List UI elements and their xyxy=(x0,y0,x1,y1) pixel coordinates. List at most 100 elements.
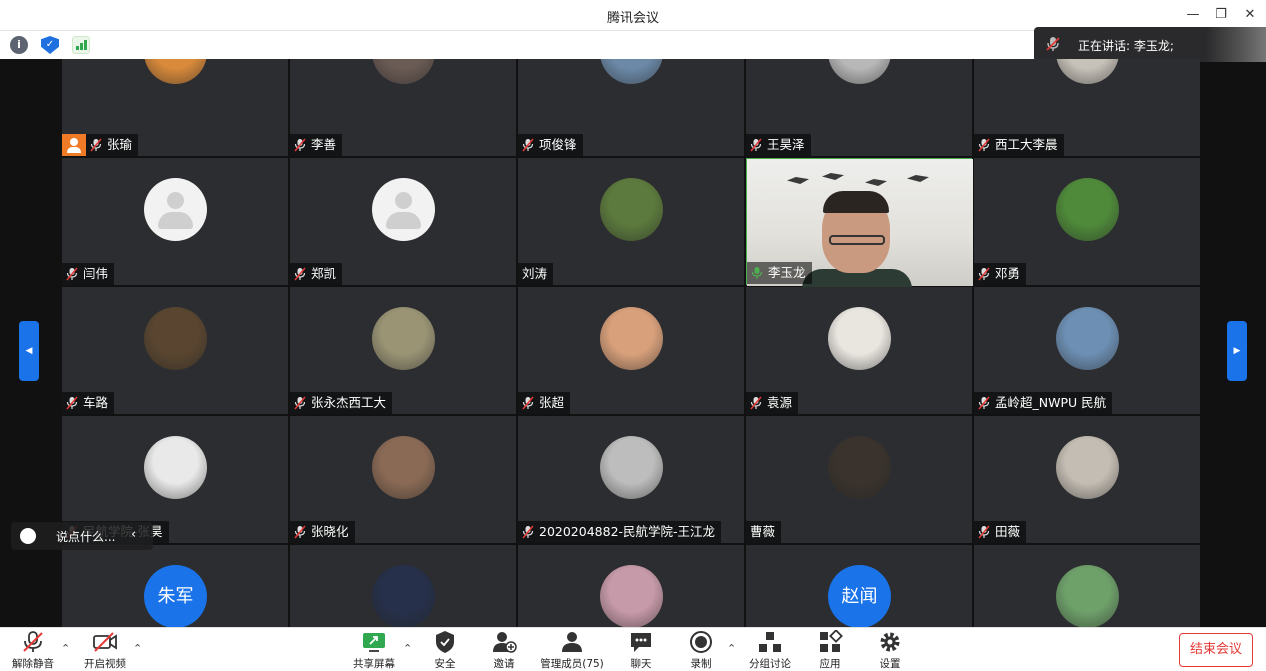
info-icon[interactable]: i xyxy=(10,36,28,54)
audio-options-chevron-icon[interactable]: ⌃ xyxy=(61,642,70,655)
share-screen-button[interactable]: 共享屏幕 xyxy=(351,630,397,671)
avatar xyxy=(1056,307,1119,370)
record-icon xyxy=(690,631,712,653)
avatar xyxy=(1056,178,1119,241)
chat-quick-input[interactable]: 说点什么... ‹ xyxy=(11,522,153,550)
participant-tile[interactable]: 孟岭超_NWPU 民航 xyxy=(974,287,1200,414)
settings-button[interactable]: 设置 xyxy=(875,630,905,671)
apps-button[interactable]: 应用 xyxy=(815,630,845,671)
participant-tile[interactable]: 车路 xyxy=(62,287,288,414)
video-person xyxy=(829,235,885,245)
invite-button[interactable]: 邀请 xyxy=(489,630,519,671)
participant-tile[interactable]: 2020204882-民航学院-王江龙 xyxy=(518,416,744,543)
avatar xyxy=(828,436,891,499)
mic-muted-icon xyxy=(978,267,990,281)
breakout-rooms-icon xyxy=(759,632,781,652)
participant-tile[interactable]: 田薇 xyxy=(974,416,1200,543)
participant-tile[interactable]: 郑凯 xyxy=(290,158,516,285)
participant-tile[interactable]: 西工大李晨 xyxy=(974,59,1200,156)
participant-name-tag: 邓勇 xyxy=(974,263,1027,285)
participant-name-tag: 张瑜 xyxy=(86,134,139,156)
video-grid: 张瑜 李善 项俊锋 王昊泽 西工大李晨闫伟 郑凯 刘涛 李玉龙 邓勇车路 张永杰西工大 张超 袁源 孟岭… xyxy=(62,59,1203,627)
signal-icon[interactable] xyxy=(72,36,90,54)
mic-muted-icon xyxy=(23,631,43,652)
mic-muted-icon xyxy=(978,525,990,539)
meeting-toolbar: 解除静音 ⌃ 开启视频 ⌃ 共享屏幕 ⌃ 安全 邀请 管理成员(75) 聊天 录… xyxy=(0,627,1266,671)
prev-page-button[interactable]: ◀ xyxy=(19,321,39,381)
participant-tile[interactable] xyxy=(290,545,516,627)
avatar xyxy=(600,178,663,241)
participant-name-tag: 王昊泽 xyxy=(746,134,811,156)
participant-name-tag: 闫伟 xyxy=(62,263,115,285)
emoji-icon[interactable] xyxy=(20,528,36,544)
avatar xyxy=(600,436,663,499)
minimize-icon[interactable]: — xyxy=(1183,5,1203,25)
participant-tile[interactable] xyxy=(518,545,744,627)
participant-name-tag: 曹薇 xyxy=(746,521,782,543)
restore-icon[interactable]: ❐ xyxy=(1211,5,1231,25)
participant-name: 刘涛 xyxy=(522,266,548,281)
start-video-button[interactable]: 开启视频 xyxy=(82,630,128,671)
participant-name: 孟岭超_NWPU 民航 xyxy=(995,395,1107,410)
chevron-left-icon[interactable]: ‹ xyxy=(131,527,136,542)
camera-off-icon xyxy=(93,632,117,652)
participant-name-tag: 项俊锋 xyxy=(518,134,583,156)
participant-tile[interactable]: 袁源 xyxy=(746,287,972,414)
mic-muted-icon xyxy=(294,396,306,410)
video-options-chevron-icon[interactable]: ⌃ xyxy=(133,642,142,655)
participant-tile[interactable]: 闫伟 xyxy=(62,158,288,285)
avatar xyxy=(1056,565,1119,627)
avatar xyxy=(144,436,207,499)
participant-name-tag: 孟岭超_NWPU 民航 xyxy=(974,392,1113,414)
participant-tile[interactable]: 邓勇 xyxy=(974,158,1200,285)
end-meeting-button[interactable]: 结束会议 xyxy=(1179,633,1253,667)
participant-tile[interactable]: 张瑜 xyxy=(62,59,288,156)
participant-name: 李玉龙 xyxy=(768,265,806,280)
breakout-rooms-button[interactable]: 分组讨论 xyxy=(748,630,792,671)
avatar xyxy=(372,565,435,627)
chat-bubble-icon xyxy=(631,633,651,652)
participant-tile[interactable] xyxy=(974,545,1200,627)
app-title: 腾讯会议 xyxy=(606,11,659,26)
participant-tile[interactable]: 张超 xyxy=(518,287,744,414)
close-icon[interactable]: ✕ xyxy=(1240,5,1260,25)
avatar xyxy=(144,59,207,84)
avatar xyxy=(372,307,435,370)
next-page-button[interactable]: ▶ xyxy=(1227,321,1247,381)
avatar xyxy=(1056,436,1119,499)
mic-muted-icon xyxy=(66,267,78,281)
participant-name: 曹薇 xyxy=(750,524,776,539)
speaking-text: 正在讲话: 李玉龙; xyxy=(1078,39,1174,53)
participant-name: 张晓化 xyxy=(311,524,349,539)
participant-tile[interactable]: 张永杰西工大 xyxy=(290,287,516,414)
avatar xyxy=(144,307,207,370)
mic-muted-icon xyxy=(66,396,78,410)
unmute-button[interactable]: 解除静音 xyxy=(10,630,56,671)
participant-video-tile[interactable]: 李玉龙 xyxy=(746,158,973,289)
record-options-chevron-icon[interactable]: ⌃ xyxy=(727,642,736,655)
participant-tile[interactable]: 张晓化 xyxy=(290,416,516,543)
mic-muted-icon xyxy=(294,525,306,539)
chat-button[interactable]: 聊天 xyxy=(626,630,656,671)
share-options-chevron-icon[interactable]: ⌃ xyxy=(403,642,412,655)
security-button[interactable]: 安全 xyxy=(430,630,460,671)
participant-tile[interactable]: 朱军 xyxy=(62,545,288,627)
record-button[interactable]: 录制 xyxy=(686,630,716,671)
participant-name: 张超 xyxy=(539,395,565,410)
participant-name: 王昊泽 xyxy=(767,137,805,152)
participant-name-tag: 李玉龙 xyxy=(747,262,812,284)
participant-name-tag: 张超 xyxy=(518,392,571,414)
manage-members-button[interactable]: 管理成员(75) xyxy=(538,630,606,671)
shield-icon[interactable]: ✓ xyxy=(41,36,59,54)
participant-tile[interactable]: 李善 xyxy=(290,59,516,156)
avatar xyxy=(372,59,435,84)
participant-tile[interactable]: 刘涛 xyxy=(518,158,744,285)
speaking-indicator: 正在讲话: 李玉龙; xyxy=(1034,27,1266,62)
participant-tile[interactable]: 项俊锋 xyxy=(518,59,744,156)
participant-tile[interactable]: 曹薇 xyxy=(746,416,972,543)
participant-tile[interactable]: 赵闻 xyxy=(746,545,972,627)
participant-name: 张瑜 xyxy=(107,137,133,152)
participant-name: 西工大李晨 xyxy=(995,137,1058,152)
participant-name: 田薇 xyxy=(995,524,1021,539)
participant-tile[interactable]: 王昊泽 xyxy=(746,59,972,156)
